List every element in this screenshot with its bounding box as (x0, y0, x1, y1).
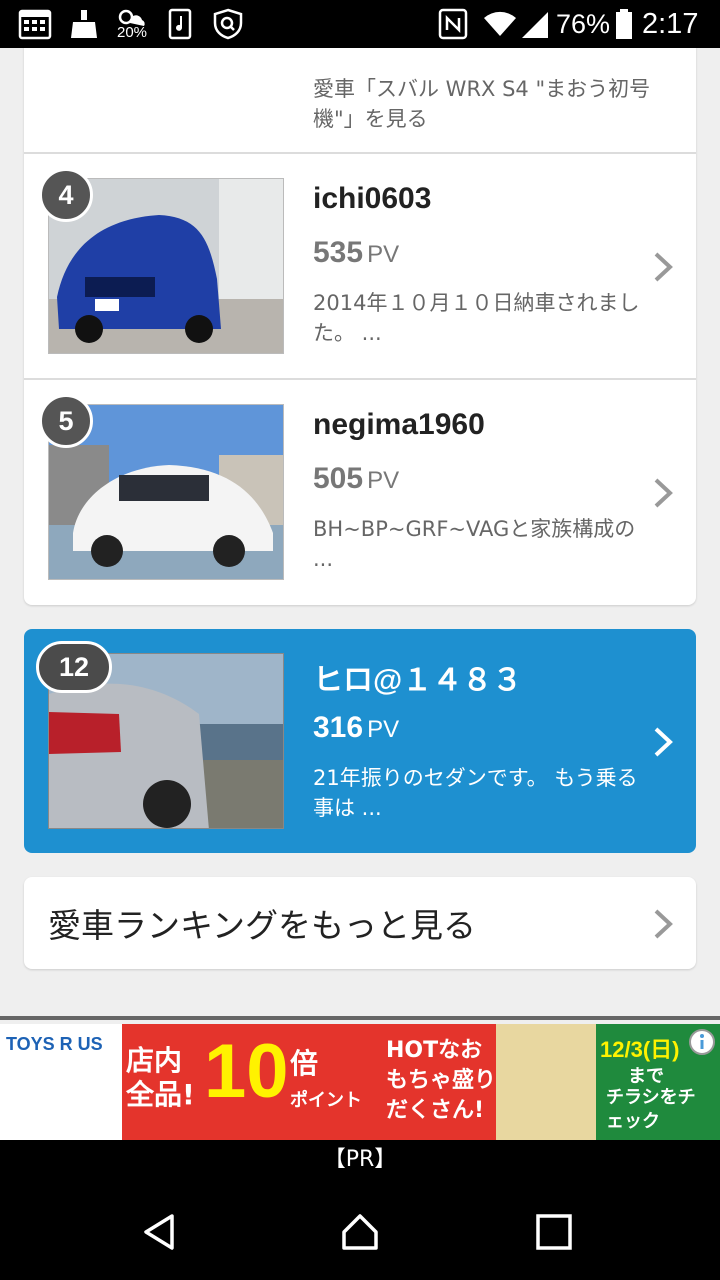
pr-label: 【PR】 (0, 1140, 720, 1180)
more-ranking-link[interactable]: 愛車ランキングをもっと見る (24, 877, 696, 969)
ad-text-store: 店内全品! (126, 1044, 195, 1111)
ranking-row[interactable]: 5 negima1960 505 PV BH~BP~GRF~VAGと家族構成の .… (24, 380, 696, 606)
pv-count: 535 PV (313, 236, 400, 269)
cleaner-icon (71, 10, 97, 38)
home-icon[interactable] (340, 1212, 380, 1252)
chevron-right-icon (654, 727, 673, 757)
ranking-row-previous[interactable]: 愛車「スバル WRX S4 "まおう初号機"」を見る (24, 48, 696, 154)
shield-icon (213, 8, 243, 40)
ad-text-multiplier: 10 (204, 1029, 289, 1114)
ad-text-date: 12/3(日) (600, 1037, 680, 1062)
rank-badge: 4 (39, 168, 93, 222)
navigation-bar (0, 1180, 720, 1280)
ad-text-bai: 倍 (290, 1047, 319, 1080)
battery-percent: 76% (556, 9, 611, 39)
ranking-row[interactable]: 4 ichi0603 535 PV 2014年１０月１０日納車されました。 ... (24, 154, 696, 380)
music-file-icon (168, 8, 192, 40)
ad-separator (0, 1016, 720, 1020)
ranking-row-desc: 愛車「スバル WRX S4 "まおう初号機"」を見る (313, 77, 651, 131)
ad-text-check: チラシをチェック (606, 1087, 696, 1132)
my-ranking-row[interactable]: 12 ヒロ@１４８３ 316 PV 21年振りのセダンです。 もう乗る事は ... (24, 629, 696, 853)
battery-icon (616, 9, 632, 39)
ranking-card: 愛車「スバル WRX S4 "まおう初号機"」を見る 4 ichi0603 53… (24, 48, 696, 605)
rank-badge: 5 (39, 394, 93, 448)
ad-info-icon[interactable] (688, 1028, 716, 1056)
wifi-icon (484, 11, 516, 36)
ad-brand: TOYS R US (6, 1034, 103, 1054)
ranking-row-desc: 2014年１０月１０日納車されました。 ... (313, 291, 640, 345)
back-icon[interactable] (140, 1212, 180, 1252)
ranking-row-desc: 21年振りのセダンです。 もう乗る事は ... (313, 766, 638, 820)
clock: 2:17 (642, 8, 699, 40)
ad-text-point: ポイント (290, 1090, 362, 1111)
pv-count: 316 PV (313, 711, 400, 744)
status-bar: 20% 76% 2:17 (0, 0, 720, 48)
username: ヒロ@１４８３ (313, 664, 523, 697)
username: negima1960 (313, 408, 485, 441)
ad-banner[interactable]: TOYS R US 店内全品! 10 倍 ポイント HOTなおもちゃ盛りだくさん… (0, 1024, 720, 1140)
recents-icon[interactable] (534, 1212, 574, 1252)
chevron-right-icon (654, 252, 673, 282)
nfc-icon (438, 8, 468, 40)
signal-icon (522, 12, 548, 38)
rank-badge: 12 (36, 641, 112, 693)
chevron-right-icon (654, 909, 673, 939)
ranking-content: 愛車「スバル WRX S4 "まおう初号機"」を見る 4 ichi0603 53… (0, 48, 720, 1018)
calendar-icon (18, 9, 52, 40)
more-ranking-label: 愛車ランキングをもっと見る (48, 906, 477, 945)
ad-text-hot: HOTなおもちゃ盛りだくさん! (386, 1038, 497, 1123)
ad-text-made: まで (628, 1066, 664, 1087)
pv-count: 505 PV (313, 462, 400, 495)
ranking-row-desc: BH~BP~GRF~VAGと家族構成の ... (313, 517, 636, 571)
chevron-right-icon (654, 478, 673, 508)
weather-value: 20% (117, 24, 148, 41)
username: ichi0603 (313, 182, 432, 215)
